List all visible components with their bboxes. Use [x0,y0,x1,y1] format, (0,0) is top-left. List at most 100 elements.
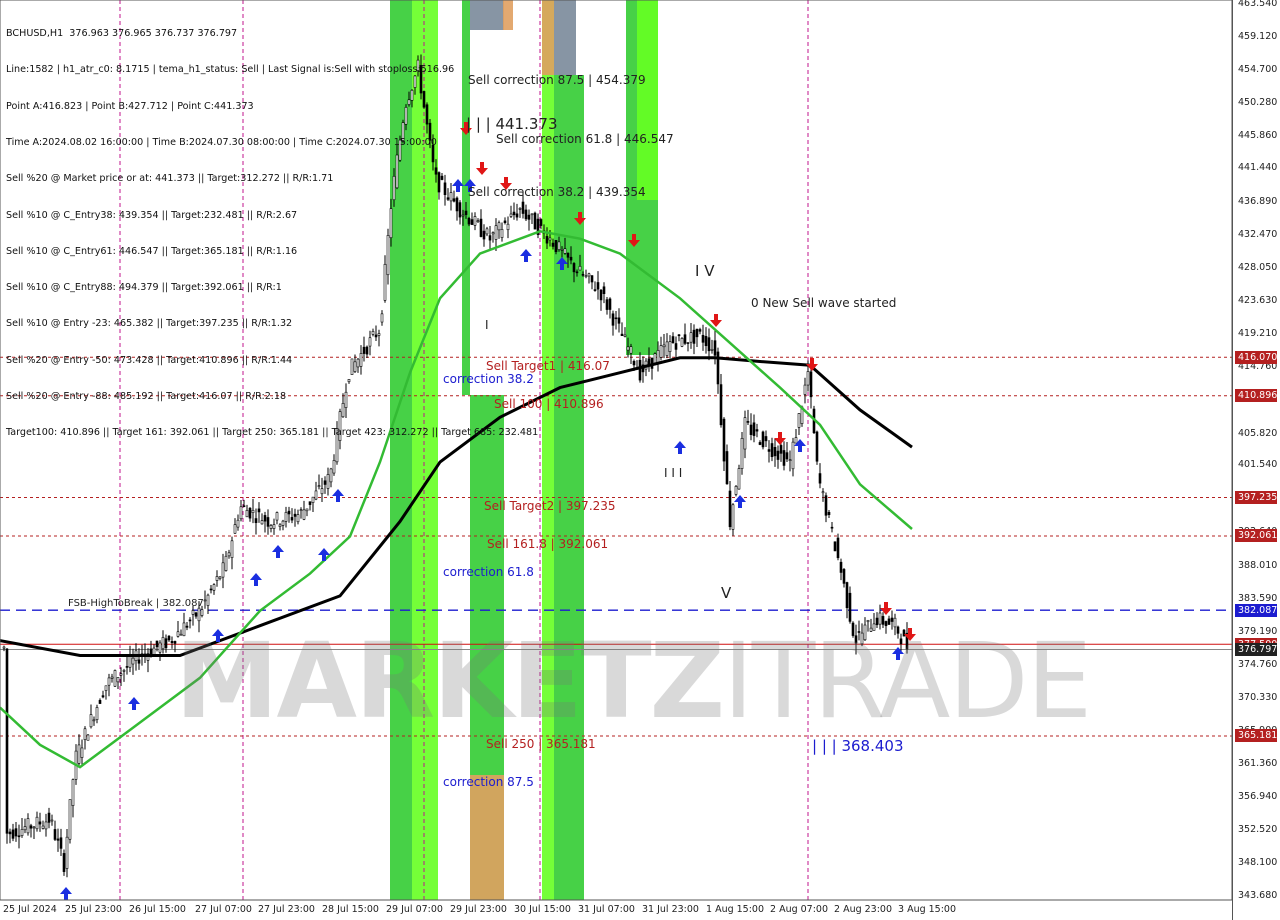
candle-body [692,329,696,344]
candle-body [221,562,225,578]
candle-body [791,441,795,470]
candle-body [818,473,822,484]
candle-body [95,707,99,720]
time-tick-label: 1 Aug 15:00 [706,904,765,915]
candle-body [53,829,57,840]
candle-body [569,256,573,261]
wave-i-label: I [485,318,489,332]
price-tick-label: 379.190 [1238,625,1278,637]
candle-body [770,443,774,458]
sell-correction-875-label: Sell correction 87.5 | 454.379 [468,73,646,87]
candle-body [269,525,273,529]
candle-body [329,468,333,483]
candle-body [167,635,171,641]
candle-body [80,747,84,758]
info-line: Sell %10 @ Entry -23: 465.382 || Target:… [6,318,293,330]
sell-correction-382-label: Sell correction 38.2 | 439.354 [468,185,646,199]
time-tick-label: 30 Jul 15:00 [514,904,571,915]
candle-body [839,561,843,573]
candle-body [224,555,228,571]
candle-body [557,241,561,250]
candle-body [218,576,222,579]
candle-body [299,509,303,511]
price-badge: 365.181 [1235,729,1277,743]
price-tick-label: 401.540 [1238,459,1278,471]
candle-body [683,334,687,344]
time-tick-label: 27 Jul 07:00 [195,904,252,915]
price-tick-label: 432.470 [1238,229,1278,241]
candle-body [305,508,309,512]
candle-body [254,518,258,524]
candle-body [779,445,783,454]
candle-body [203,599,207,602]
candle-body [830,526,834,529]
candle-body [806,371,810,386]
candle-body [35,816,39,830]
candle-body [842,569,846,584]
candle-body [284,512,288,522]
price-tick-label: 352.520 [1238,824,1278,836]
candle-body [323,480,327,485]
candle-body [83,728,87,740]
candle-body [632,360,636,366]
candle-body [119,673,123,676]
price-tick-label: 356.940 [1238,791,1278,803]
candle-body [2,646,6,649]
sell-250-label: Sell 250 | 365.181 [486,737,596,751]
candle-body [746,421,750,423]
candle-body [26,818,30,834]
candle-body [701,334,705,343]
price-badge: 382.087 [1235,603,1277,617]
info-line: Target100: 410.896 || Target 161: 392.06… [6,427,539,439]
candle-body [5,648,9,834]
candle-body [671,336,675,344]
candle-body [719,384,723,426]
sell-target1-label: Sell Target1 | 416.07 [486,359,610,373]
candle-body [275,512,279,521]
candle-body [689,332,693,343]
price-tick-label: 388.010 [1238,560,1278,572]
candle-body [332,460,336,474]
candle-body [29,825,33,829]
candle-body [596,282,600,290]
candle-body [242,505,246,508]
point-c-label: | | | 441.373 [466,115,558,133]
candle-body [86,734,90,741]
candle-body [326,474,330,489]
candle-body [773,447,777,457]
price-tick-label: 374.760 [1238,658,1278,670]
zone-band [470,775,504,900]
candle-body [59,837,63,849]
candle-body [545,236,549,244]
candle-body [98,700,102,704]
candle-body [257,508,261,513]
price-badge: 410.896 [1235,389,1277,403]
candle-body [212,584,216,591]
candle-body [263,515,267,522]
price-tick-label: 383.590 [1238,592,1278,604]
candle-body [131,657,135,665]
candle-body [593,289,597,291]
candle-body [581,274,585,276]
info-line: Sell %20 @ Market price or at: 441.373 |… [6,173,334,185]
candle-body [575,271,579,274]
price-tick-label: 343.680 [1238,890,1278,901]
candle-body [308,501,312,505]
candle-body [584,275,588,278]
candle-body [152,647,156,656]
low-mark-label: | | | 368.403 [812,737,904,755]
candle-body [731,504,735,530]
candle-body [314,490,318,500]
candle-body [809,371,813,398]
candle-body [845,582,849,609]
candle-body [782,450,786,466]
zone-band [637,0,658,200]
wave-iii-label: I I I [664,466,683,480]
time-tick-label: 31 Jul 07:00 [578,904,635,915]
price-tick-label: 423.630 [1238,295,1278,306]
candle-body [803,384,807,395]
zone-band [554,0,576,75]
candle-body [695,328,699,338]
candle-body [278,524,282,527]
candle-body [815,431,819,462]
